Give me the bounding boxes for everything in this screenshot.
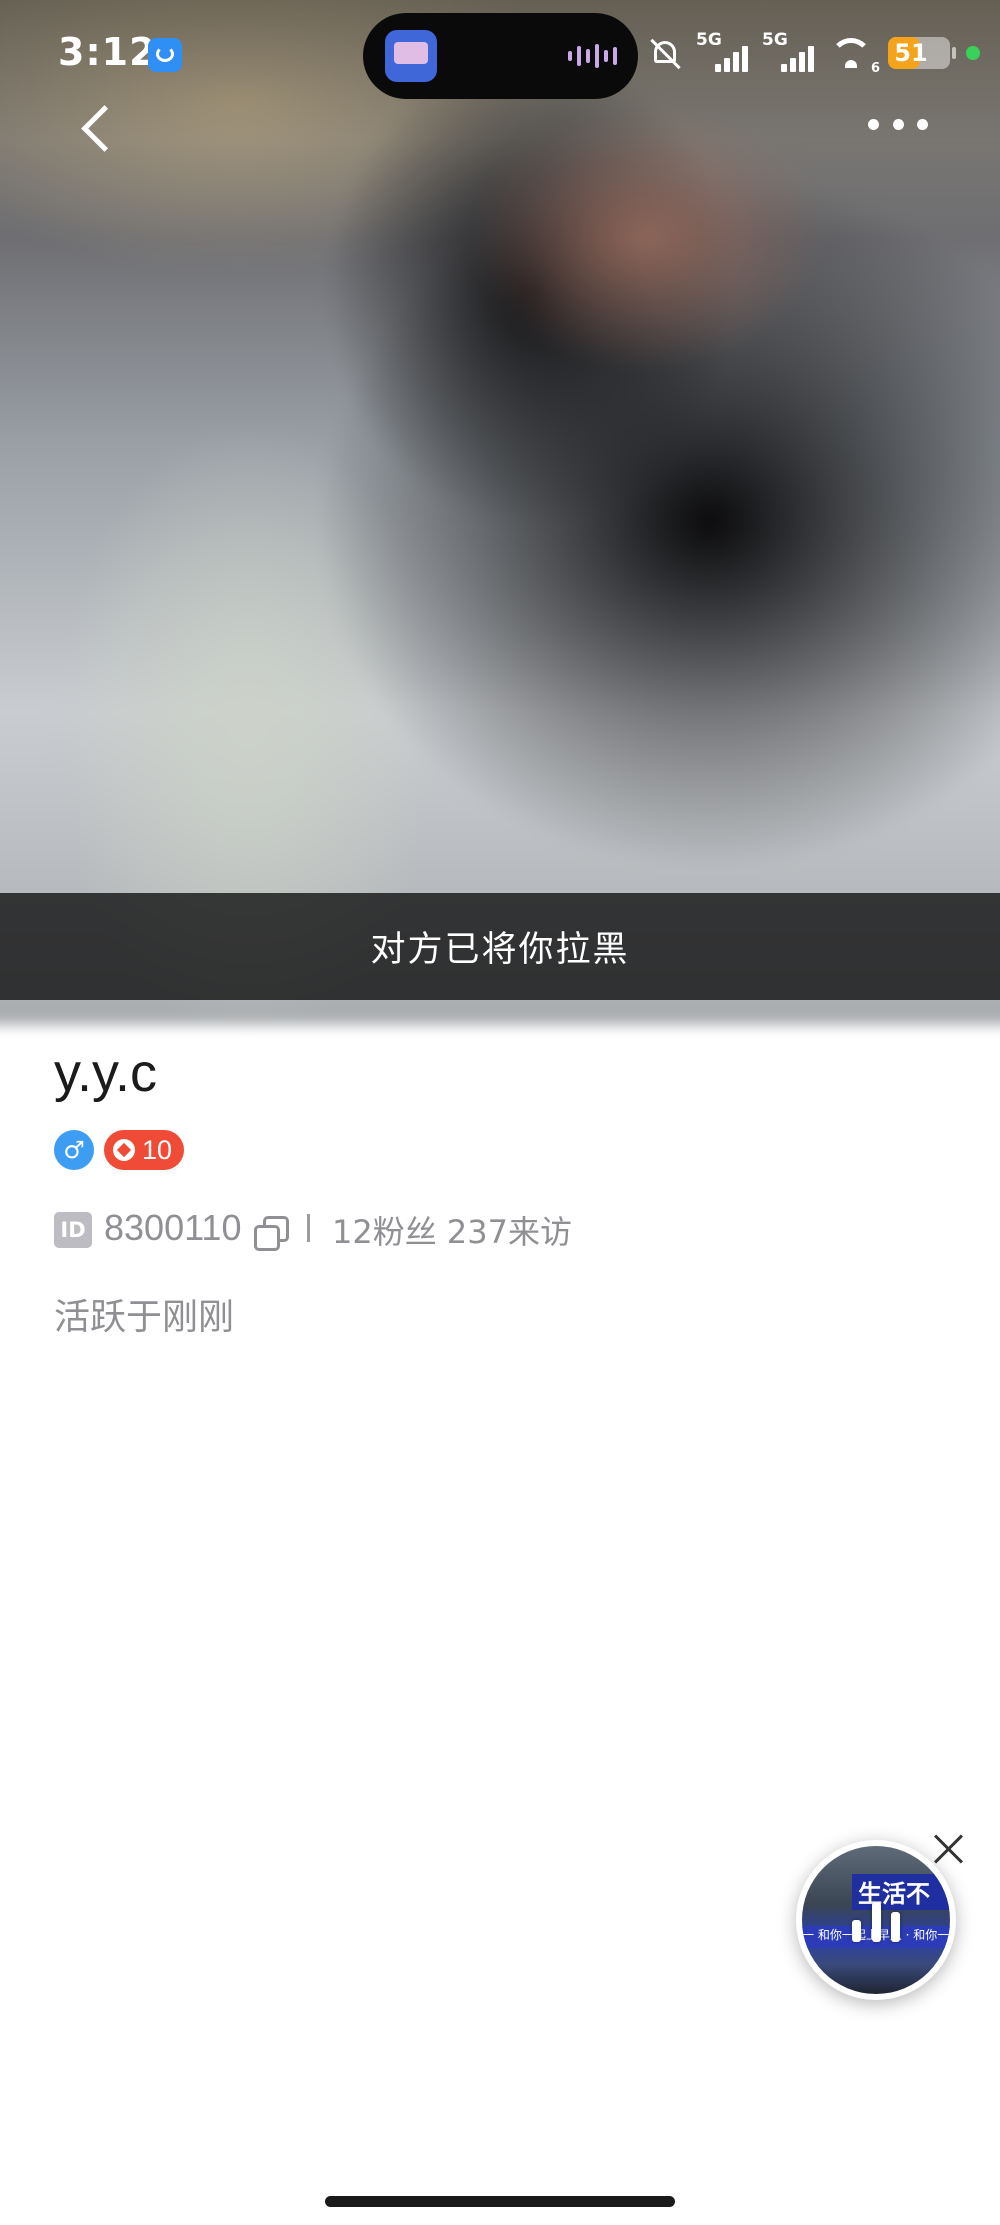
user-id-value: 8300110 (104, 1207, 242, 1248)
profile-username: y.y.c (54, 1043, 157, 1103)
active-status: 活跃于刚刚 (54, 1297, 235, 1338)
gender-male-icon: ♂ (54, 1130, 94, 1170)
wifi-icon: 6 (828, 36, 880, 76)
follower-visitor-stats: 12粉丝 237来访 (332, 1213, 572, 1251)
battery-icon: 51 (888, 37, 956, 69)
audio-waveform-icon (568, 43, 617, 69)
home-indicator[interactable] (325, 2196, 675, 2207)
status-icons: 5G 5G 6 51 (648, 30, 980, 76)
now-playing-app-icon (385, 30, 437, 82)
level-diamond-icon (113, 1139, 135, 1161)
pause-icon[interactable] (852, 1898, 900, 1942)
back-button[interactable] (74, 100, 124, 156)
blocked-notice-banner: 对方已将你拉黑 (0, 893, 1000, 1000)
cover-top-gradient (0, 0, 1000, 1000)
more-horizontal-icon (868, 118, 879, 130)
status-time: 3:12 (58, 30, 157, 74)
signal-icon-2: 5G (762, 30, 814, 72)
close-icon[interactable] (928, 1828, 968, 1868)
more-button[interactable] (868, 112, 928, 136)
battery-level: 51 (894, 39, 928, 67)
bell-off-icon (648, 36, 682, 70)
notification-app-icon (148, 38, 182, 72)
signal-icon-1: 5G (696, 30, 748, 72)
id-label-icon: ID (54, 1212, 92, 1248)
wifi-badge: 6 (870, 61, 880, 76)
privacy-indicator-dot (966, 46, 980, 60)
dynamic-island[interactable] (363, 13, 638, 99)
level-badge: 10 (104, 1130, 184, 1170)
divider (307, 1214, 310, 1242)
copy-icon[interactable] (254, 1216, 289, 1251)
level-value: 10 (142, 1135, 173, 1165)
